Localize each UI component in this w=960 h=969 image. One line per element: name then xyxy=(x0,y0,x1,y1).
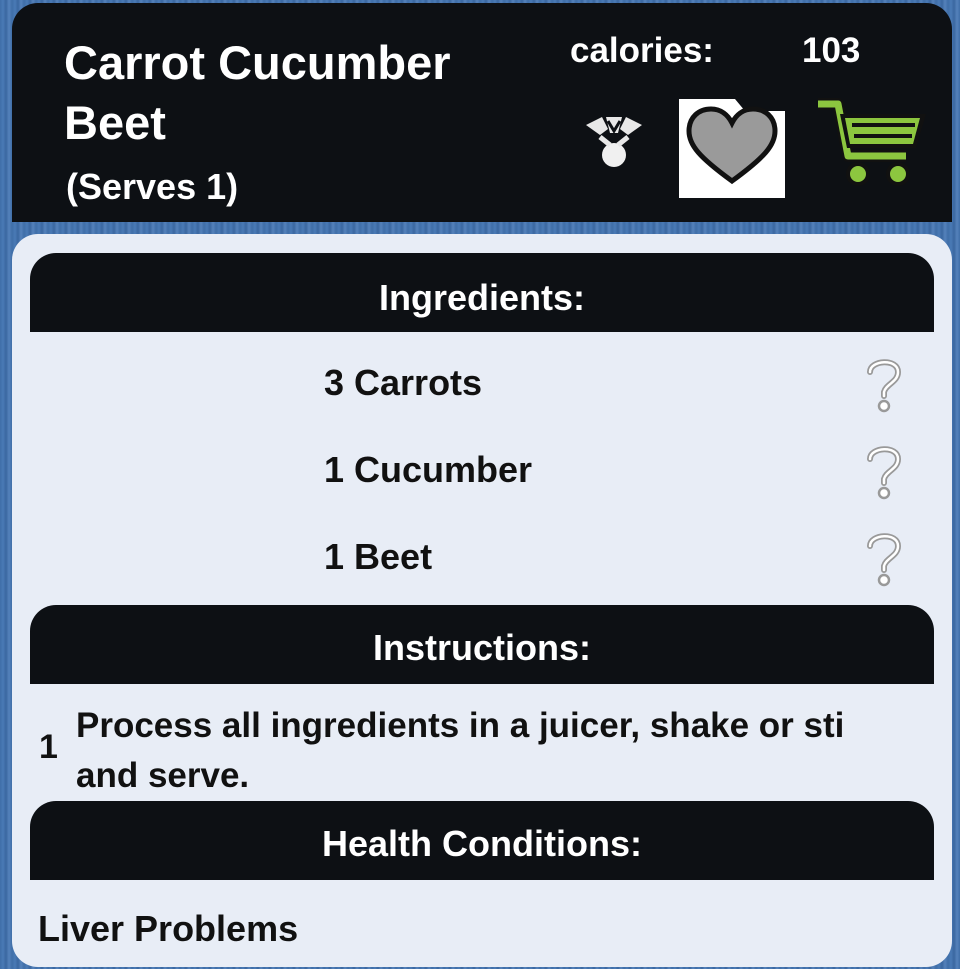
ingredient-text: 1 Cucumber xyxy=(324,449,533,490)
health-condition-item: Liver Problems xyxy=(38,908,299,949)
step-text-line2: and serve. xyxy=(76,756,250,795)
instructions-header: Instructions: xyxy=(30,605,934,684)
shopping-cart-icon[interactable] xyxy=(814,94,931,190)
ingredient-text: 3 Carrots xyxy=(324,362,483,403)
step-text: Process all ingredients in a juicer, sha… xyxy=(76,701,936,801)
health-conditions-header: Health Conditions: xyxy=(30,801,934,880)
help-icon[interactable] xyxy=(860,528,908,588)
share-icon[interactable] xyxy=(582,111,646,175)
calories-label: calories: xyxy=(570,31,714,70)
calories-value: 103 xyxy=(802,31,861,70)
recipe-title-line2: Beet xyxy=(64,96,166,149)
step-number: 1 xyxy=(39,728,58,766)
heart-folder-icon[interactable] xyxy=(679,93,785,198)
ingredients-header: Ingredients: xyxy=(30,253,934,332)
recipe-title: Carrot Cucumber Beet xyxy=(64,33,544,153)
recipe-header: Carrot Cucumber Beet (Serves 1) calories… xyxy=(12,3,952,222)
recipe-card: Ingredients: 3 Carrots 1 Cucumber 1 Beet… xyxy=(12,234,952,967)
ingredient-row: 3 Carrots xyxy=(12,354,952,414)
ingredients-header-label: Ingredients: xyxy=(378,277,585,318)
ingredient-text: 1 Beet xyxy=(324,536,433,577)
health-conditions-header-label: Health Conditions: xyxy=(322,823,642,864)
instructions-header-label: Instructions: xyxy=(372,627,591,668)
ingredient-row: 1 Cucumber xyxy=(12,441,952,501)
serves-label: (Serves 1) xyxy=(66,166,239,207)
ingredient-row: 1 Beet xyxy=(12,528,952,588)
recipe-title-line1: Carrot Cucumber xyxy=(64,36,451,89)
help-icon[interactable] xyxy=(860,354,908,414)
help-icon[interactable] xyxy=(860,441,908,501)
step-text-line1: Process all ingredients in a juicer, sha… xyxy=(76,706,845,745)
